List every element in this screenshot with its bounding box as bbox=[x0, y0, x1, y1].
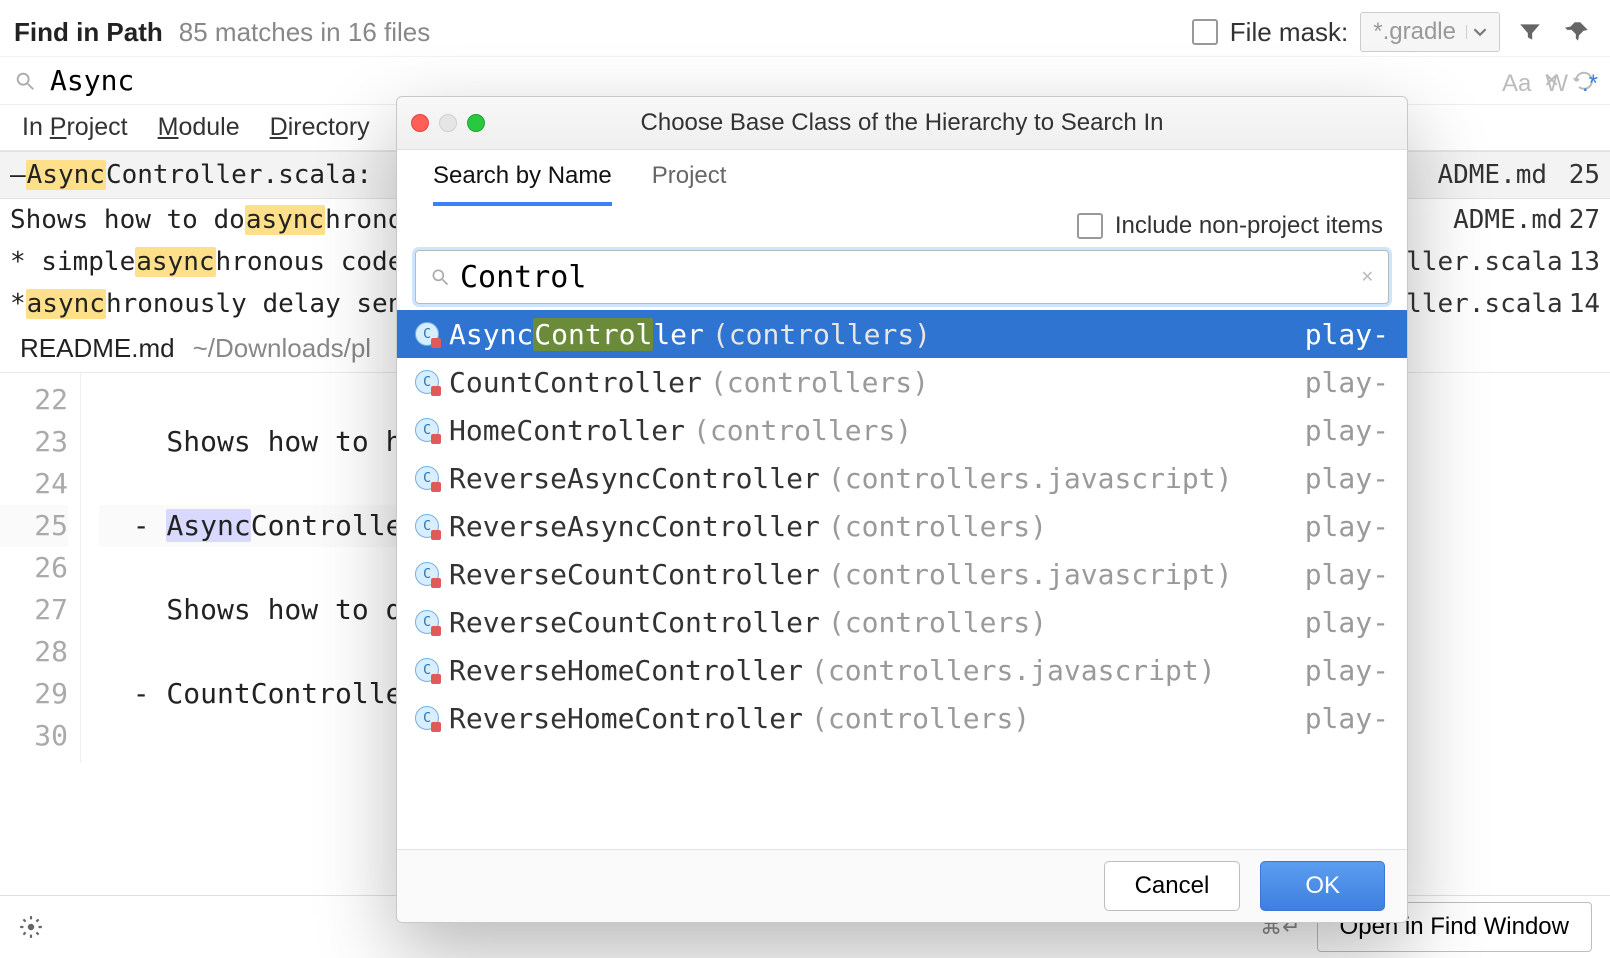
class-result-row[interactable]: CReverseCountController (controllers)pla… bbox=[397, 598, 1407, 646]
find-input[interactable] bbox=[48, 63, 1531, 98]
scope-in-project[interactable]: In Project bbox=[22, 113, 128, 142]
class-result-row[interactable]: CHomeController (controllers)play- bbox=[397, 406, 1407, 454]
scope-module[interactable]: Module bbox=[158, 113, 240, 142]
class-result-row[interactable]: CReverseHomeController (controllers.java… bbox=[397, 646, 1407, 694]
file-mask-label: File mask: bbox=[1230, 17, 1348, 48]
class-result-row[interactable]: CReverseAsyncController (controllers)pla… bbox=[397, 502, 1407, 550]
regex-toggle[interactable]: .* bbox=[1582, 70, 1598, 98]
class-icon: C bbox=[415, 418, 439, 442]
pin-icon[interactable] bbox=[1560, 14, 1596, 50]
class-result-row[interactable]: CReverseHomeController (controllers)play… bbox=[397, 694, 1407, 742]
file-mask-select[interactable]: *.gradle bbox=[1360, 12, 1500, 52]
class-icon: C bbox=[415, 658, 439, 682]
dialog-search-input[interactable] bbox=[458, 259, 1361, 296]
cancel-button[interactable]: Cancel bbox=[1104, 861, 1241, 911]
class-result-row[interactable]: CAsyncController (controllers)play- bbox=[397, 310, 1407, 358]
class-icon: C bbox=[415, 370, 439, 394]
tab-project[interactable]: Project bbox=[652, 162, 727, 206]
preview-file-name: README.md bbox=[20, 333, 175, 364]
dialog-footer: Cancel OK bbox=[397, 849, 1407, 922]
class-result-row[interactable]: CReverseCountController (controllers.jav… bbox=[397, 550, 1407, 598]
include-non-project-label: Include non-project items bbox=[1115, 212, 1383, 240]
preview-file-path: ~/Downloads/pl bbox=[193, 333, 372, 364]
class-icon: C bbox=[415, 466, 439, 490]
ok-button[interactable]: OK bbox=[1260, 861, 1385, 911]
class-icon: C bbox=[415, 562, 439, 586]
dialog-results: CAsyncController (controllers)play-CCoun… bbox=[397, 310, 1407, 742]
search-icon bbox=[430, 267, 450, 287]
code-body[interactable]: Shows how to ha - AsyncController Shows … bbox=[81, 373, 419, 763]
include-non-project-checkbox[interactable] bbox=[1077, 213, 1103, 239]
class-result-row[interactable]: CReverseAsyncController (controllers.jav… bbox=[397, 454, 1407, 502]
window-title: Find in Path bbox=[14, 17, 163, 48]
class-icon: C bbox=[415, 322, 439, 346]
dialog-tabs: Search by Name Project bbox=[397, 150, 1407, 206]
tab-search-by-name[interactable]: Search by Name bbox=[433, 162, 612, 206]
dialog-titlebar[interactable]: Choose Base Class of the Hierarchy to Se… bbox=[397, 97, 1407, 150]
dialog-search-field[interactable]: ✕ bbox=[415, 250, 1389, 304]
chevron-down-icon bbox=[1466, 25, 1493, 39]
match-case-toggle[interactable]: Aa bbox=[1502, 70, 1531, 98]
file-mask-checkbox[interactable] bbox=[1192, 19, 1218, 45]
search-options: Aa W .* bbox=[1502, 70, 1598, 98]
dialog-title: Choose Base Class of the Hierarchy to Se… bbox=[397, 109, 1407, 137]
gear-icon[interactable] bbox=[18, 914, 44, 940]
match-summary: 85 matches in 16 files bbox=[179, 17, 430, 48]
class-result-row[interactable]: CCountController (controllers)play- bbox=[397, 358, 1407, 406]
search-icon bbox=[14, 70, 36, 92]
find-in-path-header: Find in Path 85 matches in 16 files File… bbox=[0, 0, 1610, 57]
scope-directory[interactable]: Directory bbox=[270, 113, 370, 142]
line-gutter: 222324252627282930 bbox=[0, 373, 81, 763]
filter-icon[interactable] bbox=[1512, 14, 1548, 50]
class-icon: C bbox=[415, 610, 439, 634]
words-toggle[interactable]: W bbox=[1545, 70, 1568, 98]
class-icon: C bbox=[415, 514, 439, 538]
choose-base-class-dialog: Choose Base Class of the Hierarchy to Se… bbox=[396, 96, 1408, 923]
match-highlight: Async bbox=[26, 160, 106, 190]
clear-icon[interactable]: ✕ bbox=[1361, 267, 1374, 287]
file-mask-value: *.gradle bbox=[1373, 18, 1456, 46]
class-icon: C bbox=[415, 706, 439, 730]
